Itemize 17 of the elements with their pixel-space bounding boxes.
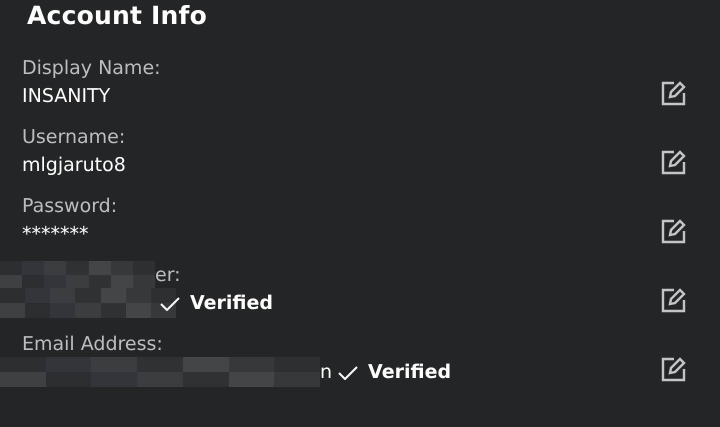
section-title: Account Info <box>26 0 208 32</box>
field-value: mlgjaruto8 <box>22 154 126 176</box>
field-label: Username: <box>22 126 126 148</box>
field-label: Password: <box>22 195 118 217</box>
edit-icon[interactable] <box>660 80 688 108</box>
field-value: INSANITY <box>22 85 110 107</box>
edit-icon[interactable] <box>660 356 688 384</box>
edit-icon[interactable] <box>660 218 688 246</box>
verified-status: Verified <box>190 292 274 314</box>
field-label: Email Address: <box>22 333 163 355</box>
field-value: n <box>320 361 332 383</box>
edit-icon[interactable] <box>660 149 688 177</box>
edit-icon[interactable] <box>660 287 688 315</box>
field-value: ******* <box>22 223 88 245</box>
field-label: Display Name: <box>22 57 161 79</box>
verified-status: Verified <box>368 361 452 383</box>
field-label: er: <box>155 264 181 286</box>
